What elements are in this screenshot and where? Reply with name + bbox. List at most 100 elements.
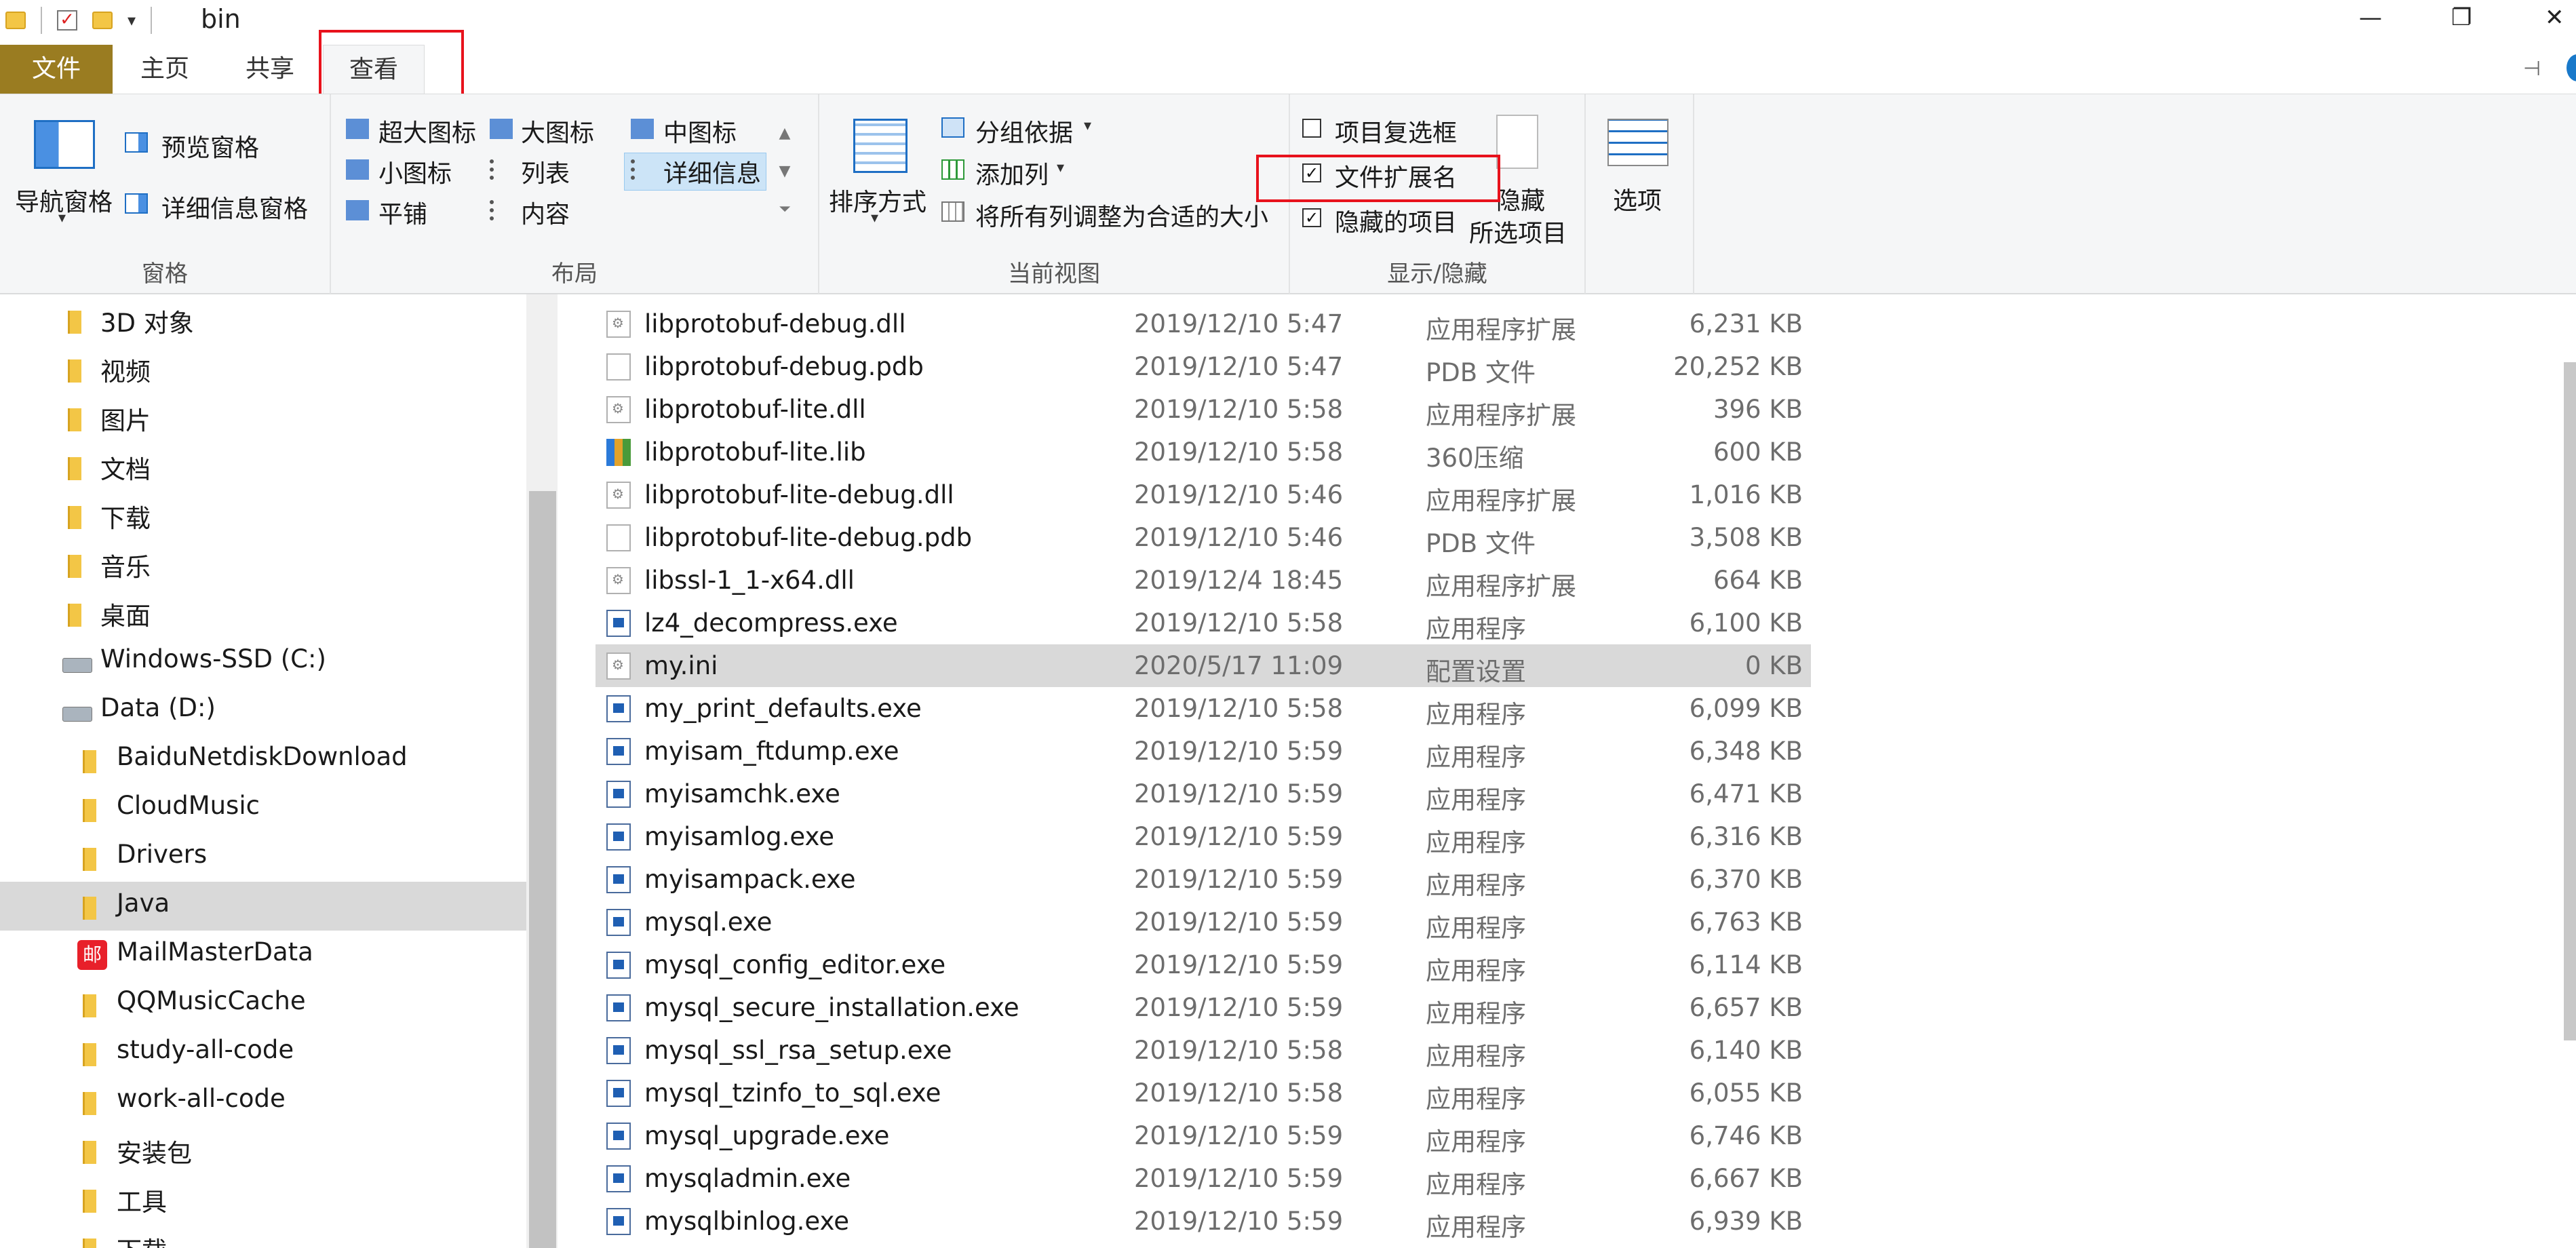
layout-small-icons[interactable]: 小图标	[378, 154, 452, 189]
file-row[interactable]: libprotobuf-lite-debug.pdb 2019/12/10 5:4…	[596, 516, 1811, 559]
layout-tiles[interactable]: 平铺	[378, 195, 427, 230]
file-name: myisam_ftdump.exe	[644, 737, 899, 766]
file-row[interactable]: mysqladmin.exe 2019/12/10 5:59 应用程序 6,667 K…	[596, 1157, 1811, 1200]
file-row[interactable]: mysql_config_editor.exe 2019/12/10 5:59 应用…	[596, 943, 1811, 986]
nav-item-desktop[interactable]: 桌面	[0, 589, 526, 638]
close-icon[interactable]: ✕	[2545, 4, 2564, 31]
file-row[interactable]: libssl-1_1-x64.dll 2019/12/4 18:45 应用程序扩展 6…	[596, 559, 1811, 602]
folder-icon	[68, 506, 81, 529]
file-size: 396 KB	[1713, 395, 1803, 424]
restore-icon[interactable]: ❐	[2451, 4, 2472, 31]
preview-pane-button[interactable]: 预览窗格	[161, 128, 259, 163]
minimize-icon[interactable]: —	[2359, 4, 2382, 31]
nav-item-drive-c[interactable]: Windows-SSD (C:)	[0, 638, 526, 686]
tab-share[interactable]: 共享	[229, 45, 311, 94]
layout-content[interactable]: 内容	[521, 195, 570, 230]
file-name: libprotobuf-lite.dll	[644, 395, 866, 424]
nav-item-downloads[interactable]: 下载	[0, 491, 526, 540]
file-row[interactable]: myisamchk.exe 2019/12/10 5:59 应用程序 6,471 KB	[596, 773, 1811, 815]
fit-columns-button[interactable]: 将所有列调整为合适的大小	[975, 197, 1268, 233]
nav-scrollbar-thumb[interactable]	[529, 491, 556, 1248]
item-checkboxes-checkbox[interactable]	[1302, 119, 1321, 138]
pin-ribbon-icon[interactable]: ⊣	[2523, 57, 2541, 81]
item-checkboxes-label[interactable]: 项目复选框	[1335, 113, 1457, 149]
hidden-items-checkbox[interactable]: ✓	[1302, 208, 1321, 227]
tab-home[interactable]: 主页	[128, 45, 202, 94]
folder-icon	[83, 1239, 96, 1248]
hide-selected-line1[interactable]: 隐藏	[1496, 181, 1545, 216]
file-row[interactable]: mysql_secure_installation.exe 2019/12/10 …	[596, 986, 1811, 1029]
nav-item-work-all-code[interactable]: work-all-code	[0, 1077, 526, 1126]
hidden-items-label[interactable]: 隐藏的项目	[1335, 203, 1457, 238]
file-date: 2019/12/10 5:59	[1134, 1207, 1344, 1236]
file-row[interactable]: my.ini 2020/5/17 11:09 配置设置 0 KB	[596, 644, 1811, 687]
nav-item-baidunetdiskdownload[interactable]: BaiduNetdiskDownload	[0, 735, 526, 784]
add-columns-button[interactable]: 添加列	[975, 155, 1049, 191]
file-date: 2019/12/10 5:58	[1134, 1036, 1344, 1065]
layout-list[interactable]: 列表	[521, 154, 570, 189]
ini-icon	[606, 652, 631, 680]
nav-item-3d-objects[interactable]: 3D 对象	[0, 296, 526, 345]
file-row[interactable]: libprotobuf-debug.pdb 2019/12/10 5:47 PDB …	[596, 345, 1811, 388]
nav-item-mailmasterdata[interactable]: 邮 MailMasterData	[0, 931, 526, 979]
chevron-down-icon: ▾	[871, 210, 879, 227]
nav-item-music[interactable]: 音乐	[0, 540, 526, 589]
nav-item-downloads-d[interactable]: 下载	[0, 1224, 526, 1248]
file-row[interactable]: libprotobuf-lite.dll 2019/12/10 5:58 应用程序扩…	[596, 388, 1811, 431]
group-by-button[interactable]: 分组依据	[975, 113, 1073, 149]
layout-extra-large-icons[interactable]: 超大图标	[378, 113, 476, 149]
file-list-scrollbar[interactable]	[2564, 362, 2576, 1040]
file-type: PDB 文件	[1426, 358, 1536, 387]
nav-item-label: Drivers	[117, 840, 208, 869]
nav-item-drivers[interactable]: Drivers	[0, 833, 526, 882]
file-row[interactable]: mysql_ssl_rsa_setup.exe 2019/12/10 5:58 应用…	[596, 1029, 1811, 1072]
file-row[interactable]: mysql_upgrade.exe 2019/12/10 5:59 应用程序 6,74…	[596, 1114, 1811, 1157]
nav-item-cloudmusic[interactable]: CloudMusic	[0, 784, 526, 833]
file-type: 应用程序扩展	[1426, 486, 1576, 515]
file-row[interactable]: libprotobuf-debug.dll 2019/12/10 5:47 应用程序…	[596, 303, 1811, 345]
nav-item-tools[interactable]: 工具	[0, 1175, 526, 1224]
file-icon	[606, 524, 631, 551]
folder-icon	[68, 555, 81, 578]
nav-item-label: work-all-code	[117, 1084, 286, 1113]
nav-item-installers[interactable]: 安装包	[0, 1126, 526, 1175]
layout-details[interactable]: 详细信息	[663, 154, 761, 189]
file-extensions-checkbox[interactable]: ✓	[1302, 163, 1321, 182]
new-folder-icon[interactable]	[92, 12, 113, 29]
file-row[interactable]: libprotobuf-lite.lib 2019/12/10 5:58 360压缩…	[596, 431, 1811, 473]
hide-selected-line2[interactable]: 所选项目	[1469, 214, 1567, 249]
file-row[interactable]: myisampack.exe 2019/12/10 5:59 应用程序 6,370 K…	[596, 858, 1811, 901]
file-row[interactable]: libprotobuf-lite-debug.dll 2019/12/10 5:4…	[596, 473, 1811, 516]
file-name: libprotobuf-lite-debug.pdb	[644, 523, 973, 552]
nav-item-java[interactable]: Java	[0, 882, 526, 931]
options-button[interactable]: 选项	[1613, 181, 1662, 216]
tab-file[interactable]: 文件	[0, 45, 113, 94]
group-by-icon	[941, 117, 964, 138]
file-row[interactable]: lz4_decompress.exe 2019/12/10 5:58 应用程序 6,1…	[596, 602, 1811, 644]
file-row[interactable]: mysql.exe 2019/12/10 5:59 应用程序 6,763 KB	[596, 901, 1811, 943]
file-row[interactable]: my_print_defaults.exe 2019/12/10 5:58 应用程序…	[596, 687, 1811, 730]
file-size: 664 KB	[1713, 566, 1803, 595]
nav-item-documents[interactable]: 文档	[0, 442, 526, 491]
details-pane-button[interactable]: 详细信息窗格	[161, 189, 308, 225]
nav-item-videos[interactable]: 视频	[0, 345, 526, 393]
nav-item-study-all-code[interactable]: study-all-code	[0, 1028, 526, 1077]
file-type: 应用程序扩展	[1426, 315, 1576, 345]
nav-item-pictures[interactable]: 图片	[0, 393, 526, 442]
layout-large-icons[interactable]: 大图标	[521, 113, 594, 149]
file-date: 2019/12/10 5:59	[1134, 865, 1344, 894]
customize-dropdown-icon[interactable]: ▾	[128, 11, 136, 30]
file-type: 360压缩	[1426, 444, 1524, 473]
layout-gallery-scroll[interactable]: ▲ ▼ ⏷	[775, 115, 795, 230]
layout-medium-icons[interactable]: 中图标	[663, 113, 737, 149]
properties-check-icon[interactable]: ✓	[57, 10, 77, 31]
nav-item-drive-d[interactable]: Data (D:)	[0, 686, 526, 735]
file-row[interactable]: myisamlog.exe 2019/12/10 5:59 应用程序 6,316 KB	[596, 815, 1811, 858]
file-row[interactable]: myisam_ftdump.exe 2019/12/10 5:59 应用程序 6,34…	[596, 730, 1811, 773]
file-row[interactable]: mysql_tzinfo_to_sql.exe 2019/12/10 5:58 应用…	[596, 1072, 1811, 1114]
file-extensions-label[interactable]: 文件扩展名	[1335, 158, 1457, 193]
file-row[interactable]: mysqlbinlog.exe 2019/12/10 5:59 应用程序 6,939 …	[596, 1200, 1811, 1243]
exe-icon	[606, 866, 631, 893]
nav-item-qqmusiccache[interactable]: QQMusicCache	[0, 979, 526, 1028]
tab-view[interactable]: 查看	[323, 45, 425, 94]
